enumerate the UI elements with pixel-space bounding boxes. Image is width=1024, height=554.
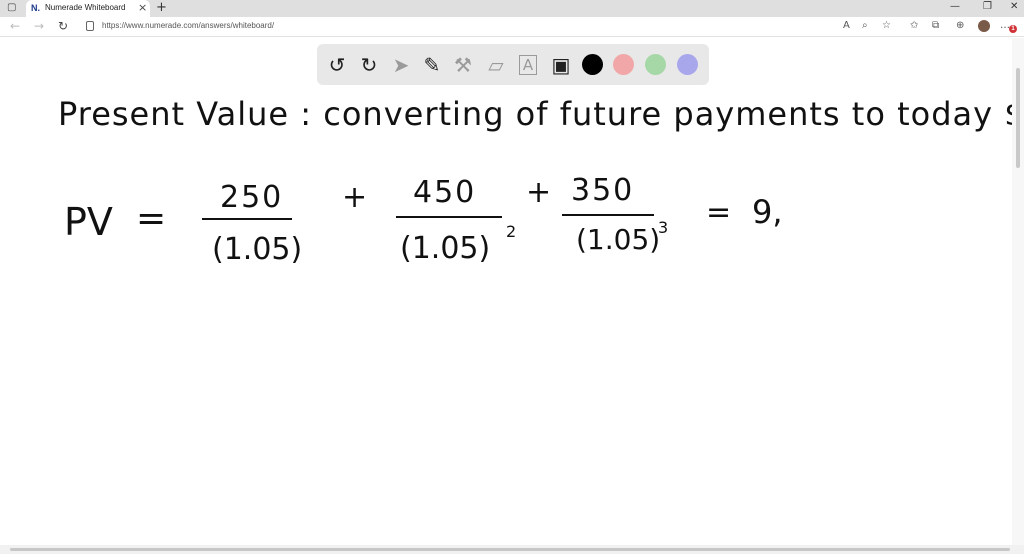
pv-label: PV — [64, 200, 113, 244]
extensions-icon[interactable]: ⊕ — [956, 20, 964, 31]
address-bar: ← → ↻ https://www.numerade.com/answers/w… — [0, 17, 1024, 37]
term1-fraction-bar — [202, 218, 292, 220]
color-purple-swatch[interactable] — [677, 54, 698, 75]
text-tool-icon[interactable]: A — [512, 44, 544, 85]
eraser-icon-glyph: ▱ — [488, 52, 504, 77]
whiteboard-heading: Present Value : converting of future pay… — [58, 95, 1024, 133]
color-pink-swatch[interactable] — [613, 54, 634, 75]
redo-icon[interactable]: ↻ — [353, 44, 385, 85]
result-value: 9, — [752, 193, 783, 231]
lock-icon[interactable] — [86, 21, 94, 31]
browser-tab-strip: ▢ N. Numerade Whiteboard × + — ❐ ✕ — [0, 0, 1024, 17]
window-close-icon[interactable]: ✕ — [1010, 1, 1018, 12]
equals-sign: = — [706, 195, 732, 230]
notification-badge: 1 — [1009, 25, 1017, 33]
select-pointer-icon[interactable]: ➤ — [385, 44, 417, 85]
tab-title: Numerade Whiteboard — [45, 3, 126, 12]
horizontal-scrollbar[interactable] — [0, 545, 1024, 554]
undo-icon-glyph: ↺ — [328, 52, 346, 77]
image-tool-icon[interactable]: ▣ — [545, 44, 577, 85]
whiteboard-canvas[interactable]: Present Value : converting of future pay… — [0, 38, 1024, 545]
tools-icon-glyph: ⚒ — [454, 52, 472, 77]
new-tab-icon[interactable]: + — [156, 0, 167, 15]
term3-denominator: (1.05) — [576, 223, 661, 256]
numerade-favicon-icon: N. — [31, 3, 40, 13]
image-tool-icon-glyph: ▣ — [551, 52, 571, 77]
browser-tab[interactable]: N. Numerade Whiteboard × — [26, 0, 150, 17]
term2-fraction-bar — [396, 216, 502, 218]
select-pointer-icon-glyph: ➤ — [392, 52, 410, 77]
term2-denominator: (1.05) — [400, 231, 491, 266]
whiteboard-toolbar: ↺ ↻ ➤ ✎ ⚒ ▱ A ▣ — [317, 44, 709, 85]
plus-sign: + — [526, 175, 552, 210]
favorite-add-icon[interactable]: ☆ — [882, 20, 891, 31]
redo-icon-glyph: ↻ — [360, 52, 378, 77]
horizontal-scroll-thumb[interactable] — [10, 548, 1010, 551]
tab-actions-icon[interactable]: ▢ — [7, 2, 16, 13]
term2-numerator: 450 — [413, 175, 477, 210]
pen-icon[interactable]: ✎ — [416, 44, 448, 85]
profile-avatar[interactable] — [978, 20, 990, 32]
color-black-swatch[interactable] — [582, 54, 603, 75]
term3-exponent: 3 — [658, 218, 669, 237]
text-tool-icon-glyph: A — [518, 54, 538, 75]
term1-numerator: 250 — [220, 180, 284, 215]
color-green-swatch[interactable] — [645, 54, 666, 75]
plus-sign: + — [342, 180, 368, 215]
tools-icon[interactable]: ⚒ — [447, 44, 479, 85]
pen-icon-glyph: ✎ — [423, 52, 441, 77]
close-icon[interactable]: × — [138, 1, 147, 14]
minimize-icon[interactable]: — — [950, 1, 960, 12]
read-aloud-icon[interactable]: A — [843, 20, 850, 31]
forward-icon[interactable]: → — [34, 19, 44, 33]
vertical-scroll-thumb[interactable] — [1016, 68, 1020, 168]
url-field[interactable]: https://www.numerade.com/answers/whitebo… — [102, 21, 274, 30]
term1-denominator: (1.05) — [212, 232, 303, 267]
back-icon[interactable]: ← — [10, 19, 20, 33]
restore-icon[interactable]: ❐ — [983, 1, 992, 12]
undo-icon[interactable]: ↺ — [321, 44, 353, 85]
zoom-icon[interactable]: ⌕ — [862, 20, 868, 31]
favorites-icon[interactable]: ✩ — [910, 20, 918, 31]
term3-numerator: 350 — [571, 173, 635, 208]
collections-icon[interactable]: ⧉ — [932, 20, 939, 31]
vertical-scrollbar[interactable] — [1012, 38, 1024, 545]
equals-sign: = — [136, 198, 167, 239]
refresh-icon[interactable]: ↻ — [58, 19, 68, 33]
term3-fraction-bar — [562, 214, 654, 216]
eraser-icon[interactable]: ▱ — [480, 44, 512, 85]
term2-exponent: 2 — [506, 222, 517, 241]
